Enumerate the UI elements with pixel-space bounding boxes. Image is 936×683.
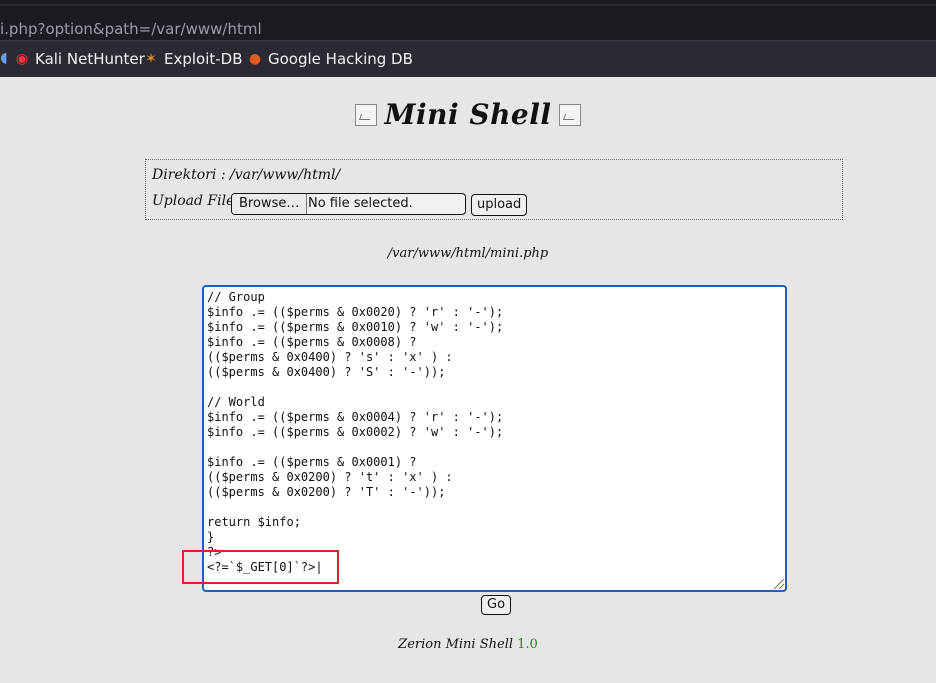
code-content[interactable]: // Group $info .= (($perms & 0x0020) ? '… bbox=[207, 290, 503, 575]
directory-path-link[interactable]: /var/www/html/ bbox=[230, 167, 340, 183]
file-status-text: No file selected. bbox=[308, 196, 413, 211]
upload-button[interactable]: upload bbox=[471, 194, 528, 216]
bookmark-label: Exploit-DB bbox=[164, 50, 243, 68]
kali-nethunter-icon: ◉ bbox=[15, 51, 29, 67]
browse-button[interactable]: Browse… bbox=[232, 194, 308, 214]
tab-strip-edge bbox=[0, 0, 936, 4]
highlight-annotation bbox=[182, 550, 339, 584]
footer-text: Zerion Mini Shell bbox=[398, 637, 518, 652]
footer-version: 1.0 bbox=[517, 637, 538, 652]
address-bar[interactable]: i.php?option&path=/var/www/html bbox=[0, 6, 936, 41]
google-hacking-db-icon: ● bbox=[248, 51, 262, 67]
bookmark-google-hacking-db[interactable]: ● Google Hacking DB bbox=[247, 50, 413, 68]
address-url[interactable]: i.php?option&path=/var/www/html bbox=[0, 20, 262, 38]
bookmark-exploit-db[interactable]: ✶ Exploit-DB bbox=[143, 50, 243, 68]
bookmarks-toolbar: ◖ ◉ Kali NetHunter ✶ Exploit-DB ● Google… bbox=[0, 42, 936, 77]
broken-image-icon bbox=[355, 103, 378, 126]
resize-handle-icon[interactable] bbox=[774, 579, 784, 589]
file-input[interactable]: Browse… No file selected. bbox=[231, 193, 466, 215]
page-header: Mini Shell bbox=[0, 98, 936, 131]
browser-chrome: i.php?option&path=/var/www/html ◖ ◉ Kali… bbox=[0, 0, 936, 77]
upload-panel: Direktori : /var/www/html/ Upload File :… bbox=[145, 159, 843, 220]
bookmark-label: Kali NetHunter bbox=[35, 50, 145, 68]
current-file-path: /var/www/html/mini.php bbox=[387, 246, 549, 261]
exploit-db-icon: ✶ bbox=[145, 51, 157, 67]
bookmark-kali-nethunter[interactable]: ◉ Kali NetHunter bbox=[14, 50, 145, 68]
footer: Zerion Mini Shell 1.0 bbox=[0, 637, 936, 652]
upload-label: Upload File : bbox=[152, 193, 244, 209]
go-button[interactable]: Go bbox=[481, 595, 512, 615]
bookmark-label: Google Hacking DB bbox=[268, 50, 413, 68]
directory-line: Direktori : /var/www/html/ bbox=[152, 167, 340, 183]
bookmark-partial-icon: ◖ bbox=[0, 50, 8, 66]
code-editor-textarea[interactable]: // Group $info .= (($perms & 0x0020) ? '… bbox=[202, 285, 787, 592]
page-title: Mini Shell bbox=[384, 98, 552, 131]
broken-image-icon bbox=[558, 103, 581, 126]
directory-label: Direktori : bbox=[152, 167, 231, 183]
